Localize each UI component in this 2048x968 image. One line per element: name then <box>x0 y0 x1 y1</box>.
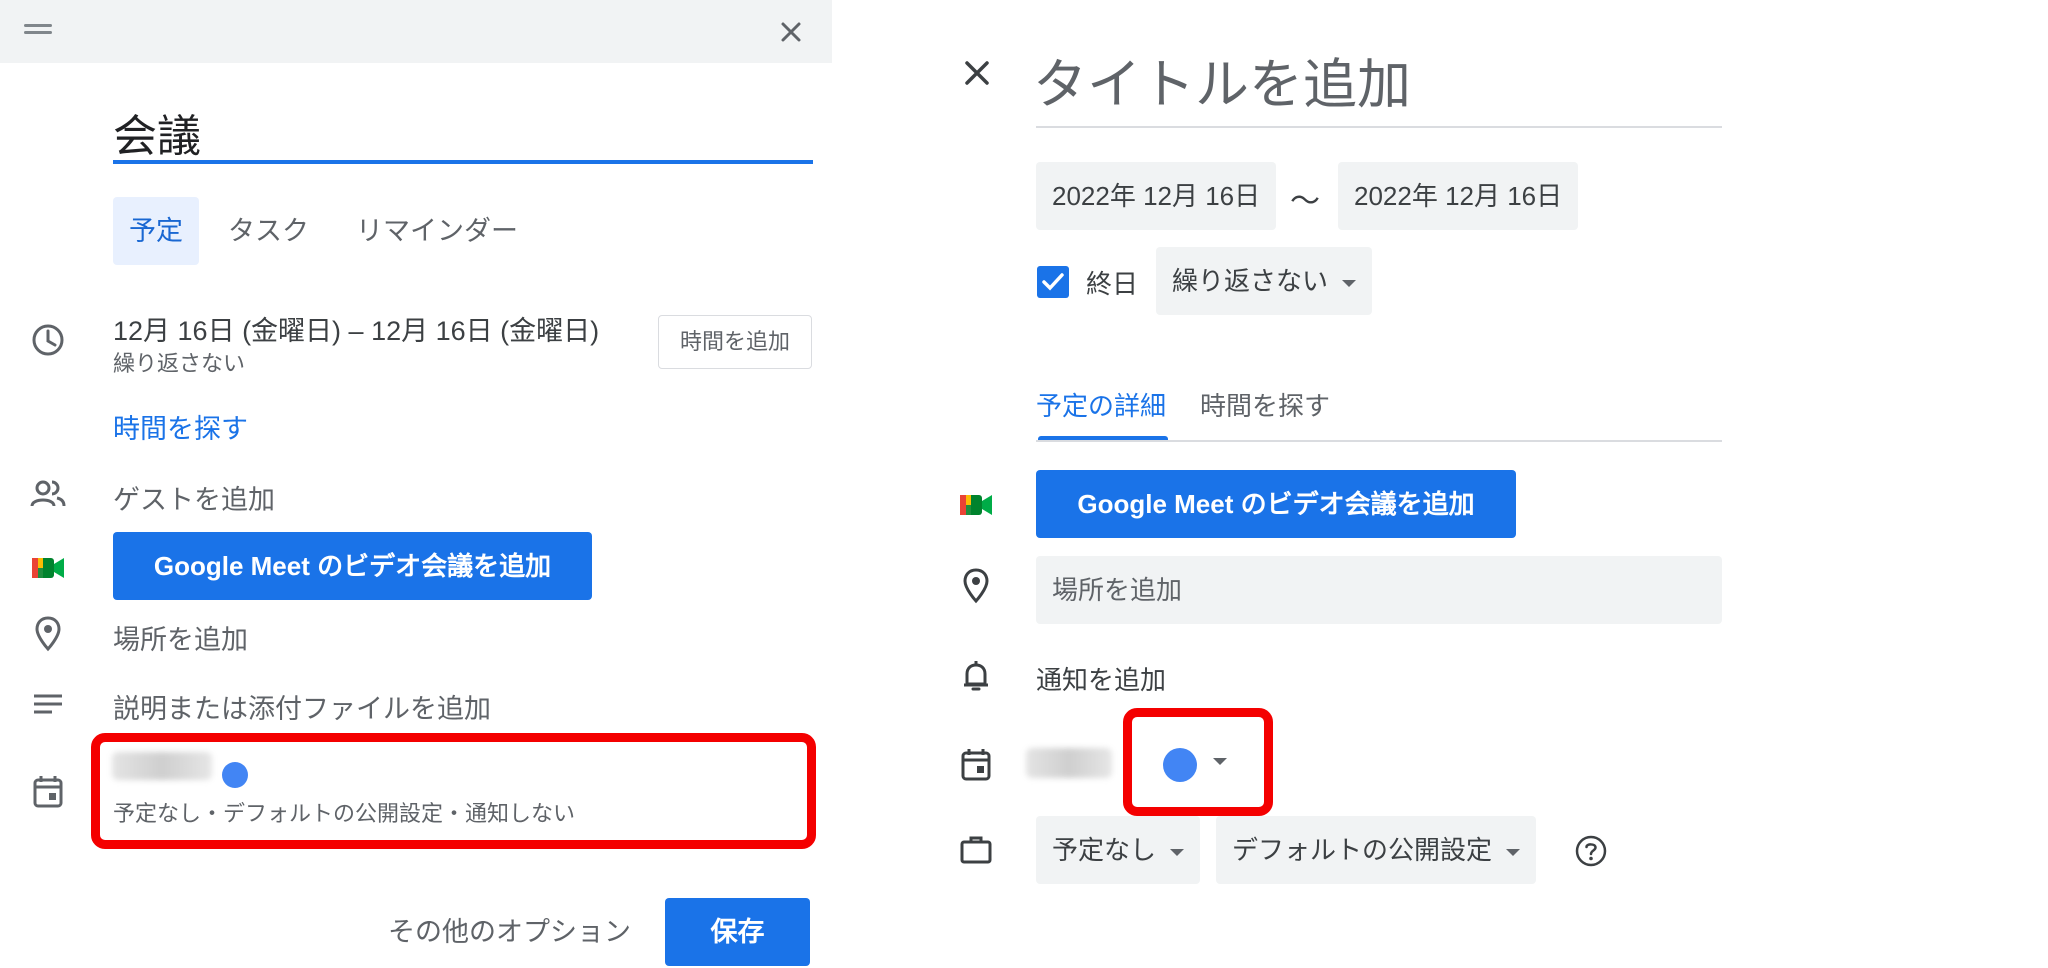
checkmark-icon <box>1042 273 1064 291</box>
title-divider <box>1036 126 1722 128</box>
dialog-header <box>0 0 832 63</box>
title-underline <box>113 160 813 164</box>
help-icon[interactable] <box>1574 834 1608 868</box>
notes-icon <box>34 694 62 714</box>
start-date-field[interactable]: 2022年 12月 16日 <box>1036 162 1277 230</box>
repeat-select-label: 繰り返さない <box>1172 266 1329 296</box>
close-icon[interactable] <box>957 53 997 93</box>
google-meet-icon <box>960 495 992 515</box>
repeat-select[interactable]: 繰り返さない <box>1156 247 1373 315</box>
tab-find-time[interactable]: 時間を探す <box>1200 386 1330 423</box>
visibility-select[interactable]: デフォルトの公開設定 <box>1216 816 1537 884</box>
more-options-button[interactable]: その他のオプション <box>388 910 631 949</box>
visibility-label: デフォルトの公開設定 <box>1232 835 1493 865</box>
date-range-separator: 〜 <box>1290 185 1320 218</box>
chevron-down-icon <box>1342 279 1357 287</box>
location-pin-icon <box>35 616 61 652</box>
close-icon[interactable] <box>771 12 811 52</box>
add-description-field[interactable]: 説明または添付ファイルを追加 <box>113 687 491 726</box>
add-time-button[interactable]: 時間を追加 <box>658 315 812 369</box>
google-meet-button[interactable]: Google Meet のビデオ会議を追加 <box>1036 470 1516 538</box>
tabs-divider <box>1036 440 1722 442</box>
tab-task[interactable]: タスク <box>212 197 325 265</box>
bell-icon <box>964 661 988 691</box>
busy-status-label: 予定なし <box>1052 835 1157 865</box>
people-icon <box>30 480 66 507</box>
busy-status-select[interactable]: 予定なし <box>1036 816 1201 884</box>
calendar-icon <box>33 776 63 808</box>
tab-reminder[interactable]: リマインダー <box>340 197 534 265</box>
all-day-label[interactable]: 終日 <box>1086 264 1138 301</box>
chevron-down-icon <box>1170 848 1185 856</box>
location-pin-icon <box>963 568 989 604</box>
date-range-text[interactable]: 12月 16日 (金曜日) – 12月 16日 (金曜日) <box>113 309 599 348</box>
calendar-icon <box>961 749 991 781</box>
highlight-box <box>1123 708 1273 816</box>
tab-event-details[interactable]: 予定の詳細 <box>1036 386 1166 423</box>
google-meet-button[interactable]: Google Meet のビデオ会議を追加 <box>113 532 592 600</box>
add-notification-button[interactable]: 通知を追加 <box>1036 660 1166 697</box>
chevron-down-icon <box>1506 848 1521 856</box>
event-title-input[interactable]: タイトルを追加 <box>1033 40 1411 119</box>
end-date-field[interactable]: 2022年 12月 16日 <box>1338 162 1579 230</box>
find-time-link[interactable]: 時間を探す <box>113 407 248 446</box>
save-button[interactable]: 保存 <box>665 898 810 966</box>
event-title-input[interactable]: 会議 <box>113 100 813 161</box>
repeat-text[interactable]: 繰り返さない <box>113 346 245 378</box>
tab-event[interactable]: 予定 <box>113 197 199 265</box>
add-guests-field[interactable]: ゲストを追加 <box>113 478 275 517</box>
briefcase-icon <box>960 836 992 864</box>
all-day-checkbox[interactable] <box>1037 266 1069 298</box>
highlight-box <box>91 733 816 849</box>
add-location-field[interactable]: 場所を追加 <box>113 618 248 657</box>
drag-handle-icon[interactable] <box>24 22 52 36</box>
clock-icon <box>32 324 64 356</box>
location-input[interactable]: 場所を追加 <box>1036 556 1722 624</box>
calendar-name-blurred <box>1026 748 1112 778</box>
google-meet-icon <box>32 558 64 578</box>
quick-event-dialog: 会議 予定 タスク リマインダー 12月 16日 (金曜日) – 12月 16日… <box>0 0 832 968</box>
